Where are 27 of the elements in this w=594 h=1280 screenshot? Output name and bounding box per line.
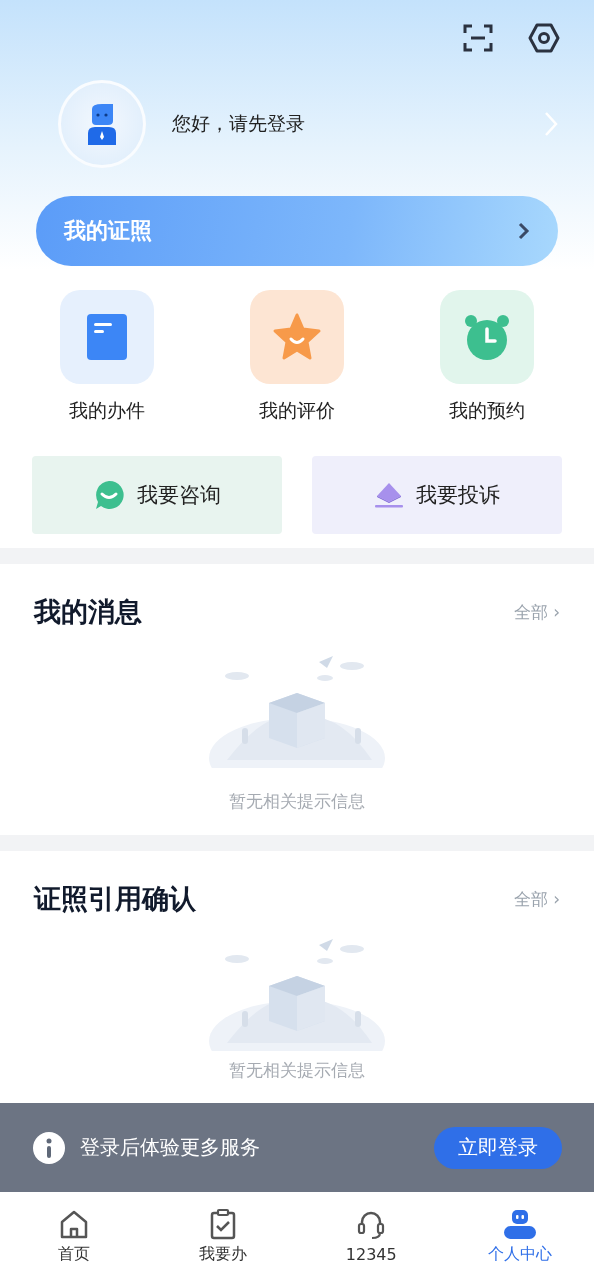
chevron-right-icon (518, 222, 530, 240)
shortcut-item[interactable]: 我的预约 (392, 290, 582, 424)
tab-item[interactable]: 首页 (0, 1192, 149, 1280)
robot-avatar-icon (502, 1207, 537, 1240)
login-button[interactable]: 立即登录 (434, 1126, 562, 1169)
banner-message: 登录后体验更多服务 (80, 1134, 261, 1161)
login-prompt[interactable]: 您好，请先登录 (172, 111, 544, 137)
star-icon (272, 313, 322, 361)
tab-item[interactable]: 个人中心 (445, 1192, 594, 1280)
section-title: 证照引用确认 (34, 882, 196, 916)
scan-icon (463, 24, 493, 52)
chat-bubble-icon (93, 479, 125, 511)
empty-message: 暂无相关提示信息 (229, 790, 365, 813)
shortcut-item[interactable]: 我的办件 (12, 290, 202, 424)
settings-icon (528, 23, 560, 53)
info-icon (32, 1130, 66, 1165)
person-icon (86, 103, 118, 145)
tab-item[interactable]: 12345 (297, 1192, 446, 1280)
chevron-right-icon (544, 111, 558, 137)
section-title: 我的消息 (34, 595, 142, 629)
empty-message: 暂无相关提示信息 (229, 1059, 365, 1082)
tab-item[interactable]: 我要办 (148, 1192, 297, 1280)
shortcut-item[interactable]: 我的评价 (202, 290, 392, 424)
complaint-button[interactable]: 我要投诉 (312, 456, 562, 534)
alarm-clock-icon (462, 312, 512, 362)
consult-button[interactable]: 我要咨询 (32, 456, 282, 534)
document-icon (86, 313, 128, 361)
